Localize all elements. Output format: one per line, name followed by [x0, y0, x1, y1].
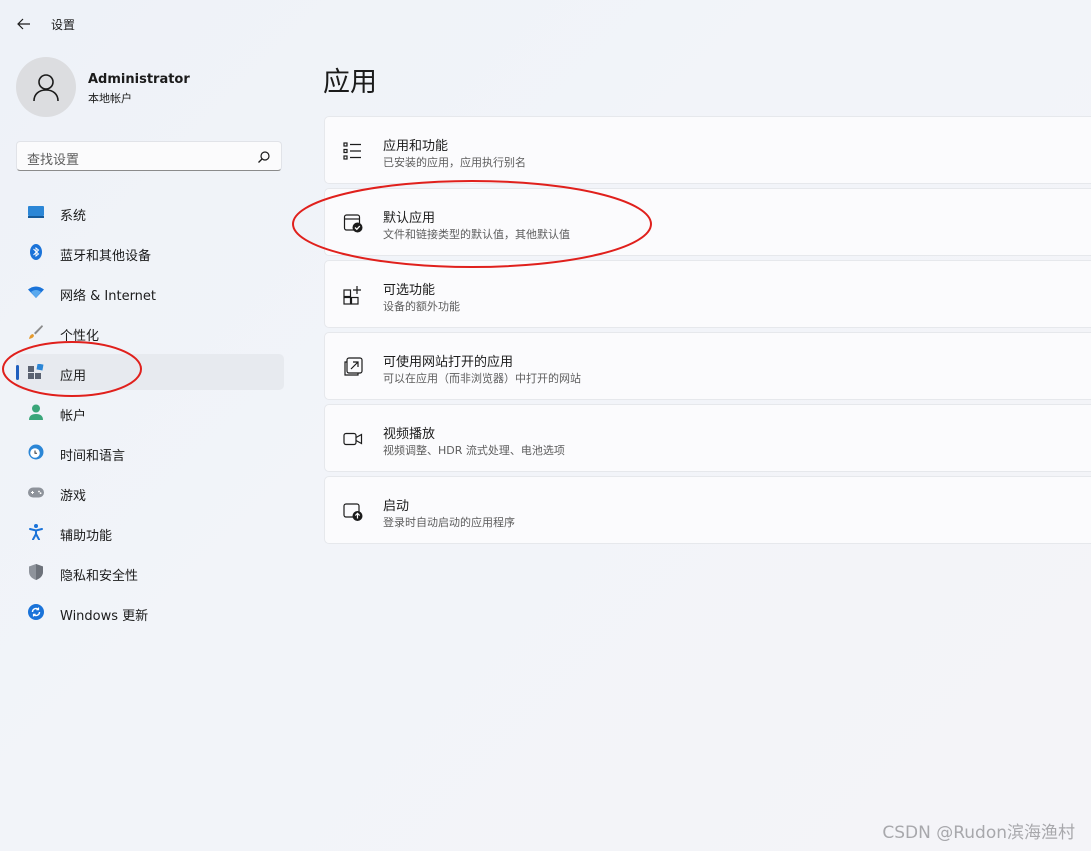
settings-card-list: 应用和功能 已安装的应用，应用执行别名 默认应用 文件和链接类型的默认值，其他默…	[324, 116, 1091, 548]
sidebar-item-accounts[interactable]: 帐户	[16, 394, 284, 430]
accessibility-icon	[28, 524, 44, 540]
card-video-playback[interactable]: 视频播放 视频调整、HDR 流式处理、电池选项	[324, 404, 1091, 472]
card-subtitle: 视频调整、HDR 流式处理、电池选项	[383, 444, 565, 457]
search-icon[interactable]	[257, 150, 271, 164]
card-title: 可选功能	[383, 283, 436, 298]
card-subtitle: 登录时自动启动的应用程序	[383, 516, 515, 529]
sidebar-item-label: Windows 更新	[60, 609, 149, 624]
card-apps-for-websites[interactable]: 可使用网站打开的应用 可以在应用（而非浏览器）中打开的网站	[324, 332, 1091, 400]
globe-clock-icon	[28, 444, 44, 460]
sidebar-item-privacy[interactable]: 隐私和安全性	[16, 554, 284, 590]
sidebar-item-bluetooth[interactable]: 蓝牙和其他设备	[16, 234, 284, 270]
sidebar-item-label: 游戏	[60, 489, 87, 504]
default-apps-icon	[343, 214, 363, 233]
search-box[interactable]: 查找设置	[16, 141, 282, 171]
card-optional-features[interactable]: 可选功能 设备的额外功能	[324, 260, 1091, 328]
system-icon	[28, 204, 44, 220]
brush-icon	[28, 324, 44, 340]
card-title: 启动	[383, 499, 410, 514]
card-default-apps[interactable]: 默认应用 文件和链接类型的默认值，其他默认值	[324, 188, 1091, 256]
card-subtitle: 已安装的应用，应用执行别名	[383, 156, 526, 169]
card-subtitle: 可以在应用（而非浏览器）中打开的网站	[383, 372, 581, 385]
card-subtitle: 文件和链接类型的默认值，其他默认值	[383, 228, 570, 241]
optional-features-icon	[343, 286, 361, 305]
card-title: 默认应用	[383, 211, 436, 226]
sidebar-item-label: 个性化	[60, 329, 100, 344]
video-icon	[343, 432, 363, 446]
startup-icon	[343, 503, 363, 521]
update-icon	[28, 604, 44, 620]
search-input[interactable]: 查找设置	[27, 149, 79, 168]
sidebar-item-label: 时间和语言	[60, 449, 126, 464]
sidebar-item-system[interactable]: 系统	[16, 194, 284, 230]
person-icon	[28, 404, 44, 420]
person-icon	[33, 74, 59, 102]
sidebar-item-apps[interactable]: 应用	[16, 354, 284, 390]
card-title: 可使用网站打开的应用	[383, 355, 514, 370]
sidebar-item-label: 蓝牙和其他设备	[60, 249, 152, 264]
open-external-icon	[344, 357, 363, 376]
card-apps-features[interactable]: 应用和功能 已安装的应用，应用执行别名	[324, 116, 1091, 184]
sidebar-item-time-language[interactable]: 时间和语言	[16, 434, 284, 470]
page-title: 应用	[323, 67, 377, 98]
sidebar-item-gaming[interactable]: 游戏	[16, 474, 284, 510]
card-title: 应用和功能	[383, 139, 449, 154]
sidebar-item-windows-update[interactable]: Windows 更新	[16, 594, 284, 630]
sidebar-item-label: 辅助功能	[60, 529, 113, 544]
sidebar-item-accessibility[interactable]: 辅助功能	[16, 514, 284, 550]
sidebar-item-label: 隐私和安全性	[60, 569, 139, 584]
card-subtitle: 设备的额外功能	[383, 300, 460, 313]
window-title: 设置	[51, 18, 76, 32]
sidebar-item-personalization[interactable]: 个性化	[16, 314, 284, 350]
bluetooth-icon	[28, 244, 44, 260]
back-arrow-icon	[17, 18, 30, 30]
sidebar-nav: 系统 蓝牙和其他设备 网络 & Internet 个性化 应用 帐户 时间和语言…	[16, 194, 284, 634]
sidebar-item-network[interactable]: 网络 & Internet	[16, 274, 284, 310]
back-button[interactable]	[12, 12, 36, 36]
card-startup[interactable]: 启动 登录时自动启动的应用程序	[324, 476, 1091, 544]
active-indicator	[16, 365, 19, 380]
user-name: Administrator	[88, 72, 190, 87]
avatar[interactable]	[16, 57, 76, 117]
watermark: CSDN @Rudon滨海渔村	[882, 823, 1075, 843]
shield-icon	[28, 564, 44, 580]
sidebar-item-label: 应用	[60, 369, 87, 384]
account-type: 本地帐户	[88, 92, 132, 105]
sidebar-item-label: 网络 & Internet	[60, 289, 157, 304]
apps-icon	[28, 364, 44, 380]
wifi-icon	[28, 284, 44, 300]
sidebar-item-label: 帐户	[60, 409, 87, 424]
gamepad-icon	[28, 484, 44, 500]
sidebar-item-label: 系统	[60, 209, 87, 224]
list-icon	[343, 142, 361, 160]
title-bar: 设置	[0, 0, 1091, 48]
card-title: 视频播放	[383, 427, 436, 442]
